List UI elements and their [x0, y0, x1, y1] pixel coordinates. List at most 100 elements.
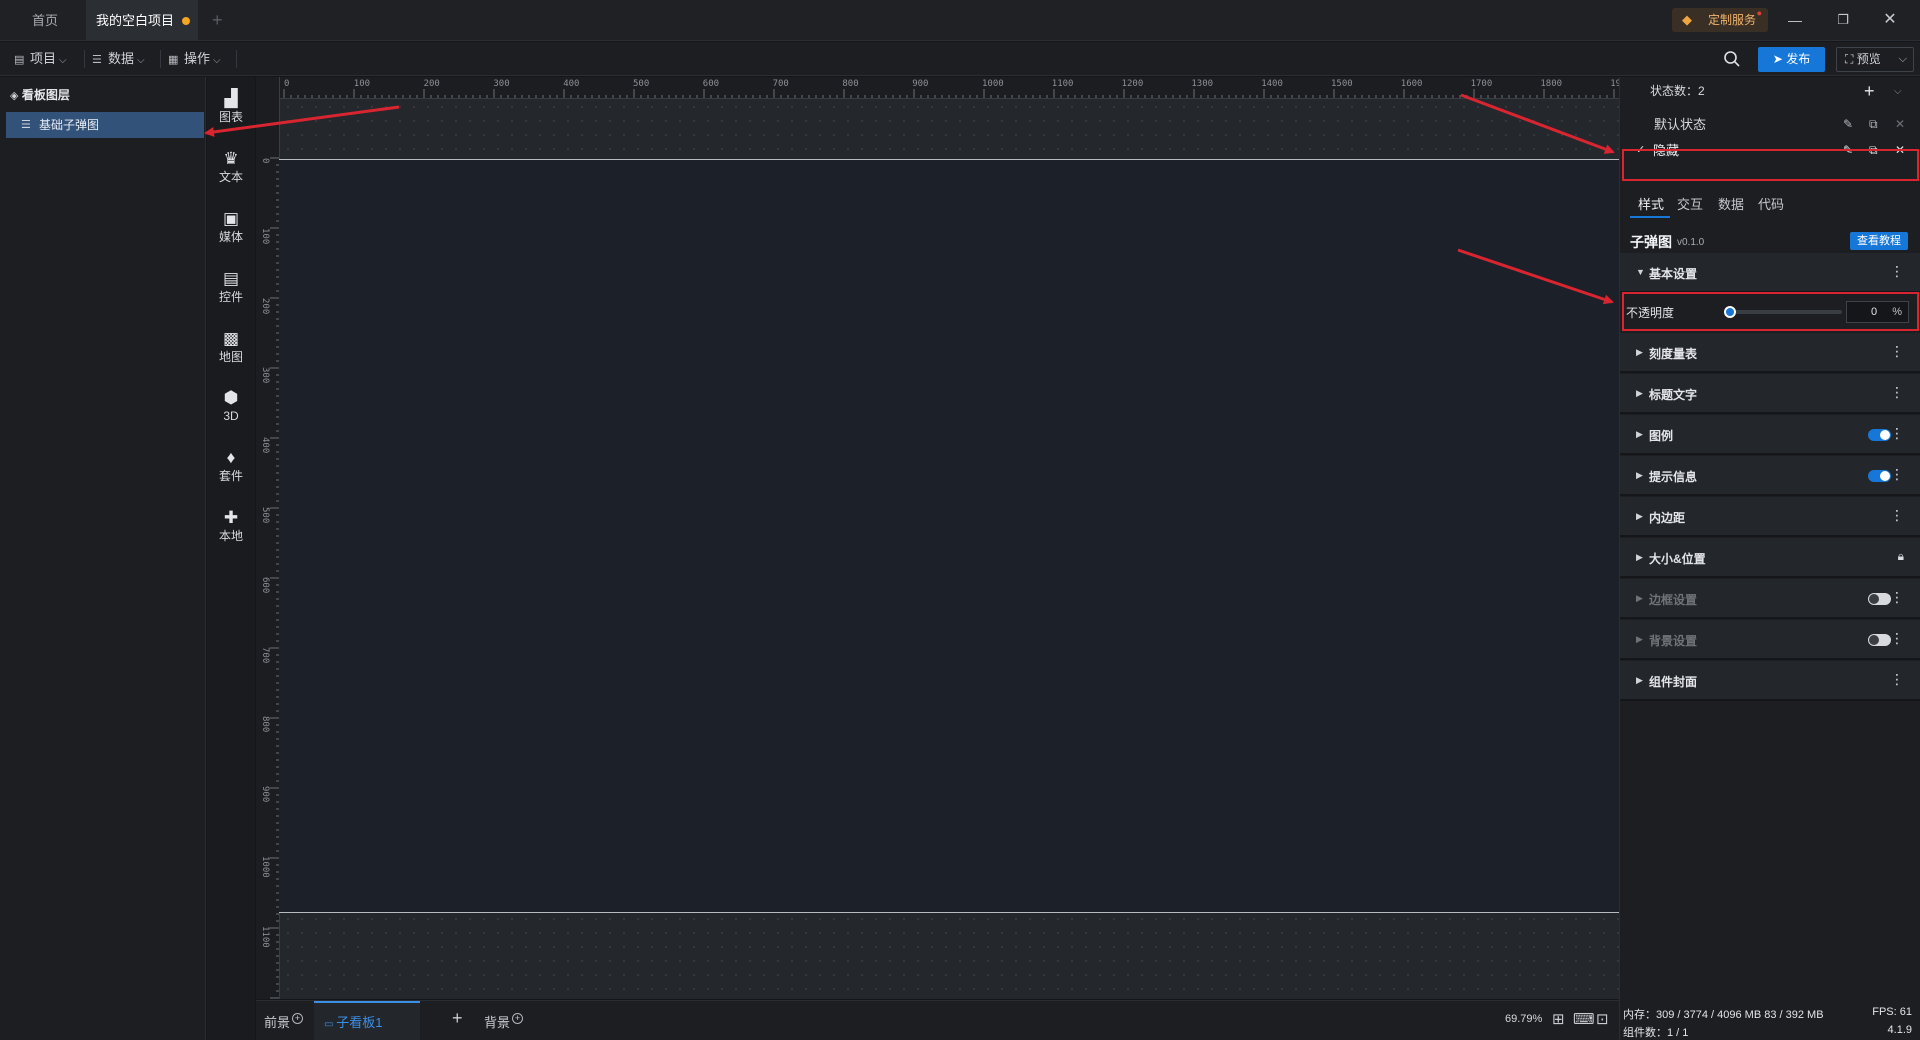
- chevron-down-icon: ⌵: [59, 55, 67, 66]
- add-state-icon[interactable]: +: [1864, 77, 1875, 106]
- tab-data[interactable]: 数据: [1718, 194, 1744, 213]
- tab-code[interactable]: 代码: [1758, 194, 1784, 213]
- foreground-label: 前景: [264, 1015, 291, 1030]
- crown-icon: ♛: [223, 149, 239, 168]
- component-kit[interactable]: ♦ 套件: [207, 445, 255, 495]
- section-title-text[interactable]: ▶ 标题文字 ⋮: [1620, 374, 1920, 414]
- more-icon[interactable]: ⋮: [1890, 671, 1904, 687]
- close-icon[interactable]: ✕: [1877, 8, 1903, 32]
- section-padding[interactable]: ▶ 内边距 ⋮: [1620, 497, 1920, 537]
- section-basic-settings[interactable]: ▼ 基本设置 ⋮: [1620, 253, 1920, 293]
- terminal-icon[interactable]: ⊡: [1596, 1010, 1609, 1028]
- section-tooltip[interactable]: ▶ 提示信息 ⋮: [1620, 456, 1920, 496]
- section-cover[interactable]: ▶ 组件封面 ⋮: [1620, 661, 1920, 701]
- caret-right-icon: ▶: [1636, 388, 1643, 398]
- gem-icon: ◆: [1682, 12, 1692, 27]
- more-icon[interactable]: ⋮: [1890, 343, 1904, 359]
- chevron-down-icon: ⌵: [137, 55, 145, 66]
- caret-right-icon: ▶: [1636, 429, 1643, 439]
- tab-home[interactable]: 首页: [6, 0, 84, 41]
- more-icon[interactable]: ⋮: [1890, 263, 1904, 279]
- state-default-label: 默认状态: [1654, 117, 1707, 132]
- custom-service-button[interactable]: ◆ 定制服务 ●: [1672, 8, 1768, 32]
- state-count: 状态数：2: [1650, 84, 1705, 98]
- new-tab-icon[interactable]: +: [212, 10, 223, 31]
- component-map[interactable]: ▩ 地图: [207, 326, 255, 376]
- background-toggle[interactable]: [1868, 634, 1891, 646]
- ruler-horizontal: 0 100 200 300 400 500 600 700 800 900 1000 1100 1200…: [280, 77, 1619, 99]
- caret-right-icon: ▶: [1636, 634, 1643, 644]
- right-panel: 状态数：2 + ⌵ 默认状态 ✎ ⧉ ✕ ✓ 隐藏 ✎ ⧉ ✕ 样式 交互 数据…: [1619, 77, 1920, 1040]
- add-board-icon[interactable]: +: [452, 1008, 463, 1029]
- menu-operate[interactable]: ▦ 操作 ⌵: [168, 49, 221, 69]
- section-label: 边框设置: [1649, 593, 1698, 607]
- unsaved-dot: [182, 17, 190, 25]
- menu-project[interactable]: ▤ 项目 ⌵: [14, 49, 67, 69]
- tab-interaction[interactable]: 交互: [1677, 194, 1703, 213]
- more-icon[interactable]: ⋮: [1890, 507, 1904, 523]
- control-icon: ▤: [222, 269, 240, 288]
- keyboard-icon[interactable]: ⌨: [1573, 1010, 1595, 1028]
- section-border[interactable]: ▶ 边框设置 ⋮: [1620, 579, 1920, 619]
- app-version: 4.1.9: [1887, 1024, 1912, 1036]
- annotation-box: [1622, 149, 1919, 181]
- tutorial-button[interactable]: 查看教程: [1850, 232, 1908, 250]
- fit-screen-icon[interactable]: ⊞: [1552, 1010, 1565, 1028]
- restore-icon[interactable]: ❐: [1830, 8, 1856, 32]
- custom-service-label: 定制服务: [1708, 13, 1757, 27]
- add-circle-icon[interactable]: +: [292, 1013, 304, 1024]
- component-text[interactable]: ♛ 文本: [207, 146, 255, 196]
- tab-style[interactable]: 样式: [1638, 194, 1664, 213]
- lock-icon[interactable]: 🔒︎: [1898, 548, 1904, 564]
- tab-label: 我的空白项目: [96, 13, 175, 28]
- publish-button[interactable]: ➤ 发布: [1758, 47, 1825, 72]
- divider: [84, 50, 85, 68]
- section-legend[interactable]: ▶ 图例 ⋮: [1620, 415, 1920, 455]
- component-local[interactable]: ✚ 本地: [207, 505, 255, 555]
- search-icon[interactable]: [1723, 50, 1741, 68]
- component-chart[interactable]: ▟ 图表: [207, 86, 255, 136]
- component-label: 控件: [218, 290, 243, 304]
- preview-button[interactable]: ⛶ 预览 ⌵: [1836, 47, 1914, 72]
- section-label: 背景设置: [1649, 634, 1698, 648]
- component-label: 3D: [223, 409, 239, 423]
- component-label: 媒体: [218, 230, 243, 244]
- component-control[interactable]: ▤ 控件: [207, 266, 255, 316]
- legend-toggle[interactable]: [1868, 429, 1891, 441]
- tab-background[interactable]: 背景 +: [484, 1012, 524, 1031]
- section-size-position[interactable]: ▶ 大小&位置 🔒︎: [1620, 538, 1920, 578]
- database-icon: ☰: [92, 54, 102, 66]
- caret-right-icon: ▶: [1636, 675, 1643, 685]
- more-icon[interactable]: ⋮: [1890, 589, 1904, 605]
- title-bar: 首页 我的空白项目 + ◆ 定制服务 ● — ❐ ✕: [0, 0, 1920, 41]
- more-icon[interactable]: ⋮: [1890, 384, 1904, 400]
- puzzle-icon: ✚: [223, 508, 239, 527]
- state-default[interactable]: 默认状态 ✎ ⧉ ✕: [1620, 110, 1920, 139]
- caret-right-icon: ▶: [1636, 347, 1643, 357]
- copy-icon[interactable]: ⧉: [1869, 110, 1878, 139]
- tab-foreground[interactable]: 前景 +: [264, 1012, 304, 1031]
- delete-icon[interactable]: ✕: [1895, 110, 1905, 139]
- component-media[interactable]: ▣ 媒体: [207, 206, 255, 256]
- minimize-icon[interactable]: —: [1782, 8, 1808, 32]
- more-icon[interactable]: ⋮: [1890, 630, 1904, 646]
- more-icon[interactable]: ⋮: [1890, 466, 1904, 482]
- border-toggle[interactable]: [1868, 593, 1891, 605]
- component-version: v0.1.0: [1677, 237, 1705, 248]
- chevron-down-icon[interactable]: ⌵: [1894, 77, 1902, 106]
- edit-icon[interactable]: ✎: [1843, 110, 1853, 139]
- caret-right-icon: ▶: [1636, 470, 1643, 480]
- menu-data[interactable]: ☰ 数据 ⌵: [92, 49, 145, 69]
- component-count: 组件数：1 / 1: [1623, 1027, 1689, 1039]
- section-scale[interactable]: ▶ 刻度量表 ⋮: [1620, 333, 1920, 373]
- caret-right-icon: ▶: [1636, 511, 1643, 521]
- component-3d[interactable]: ⬢ 3D: [207, 385, 255, 435]
- layer-item[interactable]: ☰ 基础子弹图: [6, 112, 204, 138]
- section-background[interactable]: ▶ 背景设置 ⋮: [1620, 620, 1920, 660]
- tab-sub-board[interactable]: ▭ 子看板1: [324, 1012, 382, 1031]
- more-icon[interactable]: ⋮: [1890, 425, 1904, 441]
- chevron-down-icon[interactable]: ⌵: [1899, 48, 1907, 71]
- add-circle-icon[interactable]: +: [512, 1013, 524, 1024]
- tooltip-toggle[interactable]: [1868, 470, 1891, 482]
- dashboard-board[interactable]: [279, 159, 1619, 913]
